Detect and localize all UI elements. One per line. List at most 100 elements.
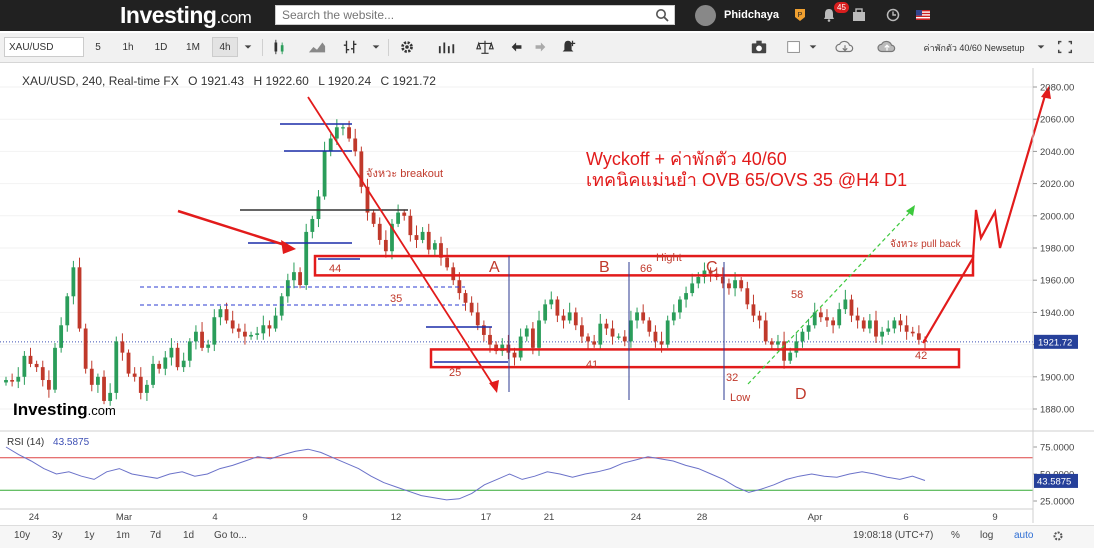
layout-name[interactable]: ค่าพักตัว 40/60 Newsetup — [913, 37, 1035, 57]
settings-gear-icon[interactable] — [396, 37, 418, 57]
clock-icon[interactable] — [886, 8, 900, 22]
candle-body — [469, 302, 474, 313]
point-c-label: C — [706, 259, 718, 276]
hight-label: Hight — [656, 252, 682, 264]
candle-body — [573, 312, 578, 326]
time-tick-label: 24 — [631, 512, 642, 523]
cloud-upload-icon[interactable] — [874, 37, 900, 57]
price-chart[interactable]: 75.000050.000025.000043.5875 2080.002060… — [0, 63, 1094, 525]
candle-body — [138, 376, 143, 393]
portfolio-icon[interactable] — [852, 8, 866, 22]
us-flag-icon[interactable] — [916, 10, 930, 20]
bottom-settings-icon[interactable] — [1052, 530, 1064, 542]
candle-body — [89, 368, 94, 385]
price-tick-label: 2060.00 — [1040, 115, 1074, 126]
range-10y[interactable]: 10y — [14, 530, 30, 541]
candle-body — [396, 212, 401, 224]
candle-body — [169, 347, 174, 358]
candle-body — [622, 336, 627, 342]
indicators-icon[interactable] — [340, 37, 362, 57]
cloud-download-icon[interactable] — [832, 37, 858, 57]
site-logo[interactable]: Investing.com — [120, 2, 252, 29]
layout-name-dropdown-icon[interactable] — [1035, 37, 1047, 57]
interval-1d[interactable]: 1D — [150, 37, 172, 57]
candle-body — [647, 320, 652, 332]
price-tick-label: 2020.00 — [1040, 179, 1074, 190]
interval-4h[interactable]: 4h — [212, 37, 238, 57]
interval-1h[interactable]: 1h — [117, 37, 139, 57]
candle-body — [849, 299, 854, 316]
price-tick-label: 1980.00 — [1040, 244, 1074, 255]
range-7d[interactable]: 7d — [150, 530, 161, 541]
range-1y[interactable]: 1y — [84, 530, 95, 541]
candles-icon[interactable] — [268, 37, 290, 57]
candle-body — [739, 280, 744, 289]
goto-button[interactable]: Go to... — [214, 530, 247, 541]
interval-dropdown-icon[interactable] — [242, 37, 254, 57]
redo-icon[interactable] — [531, 37, 549, 57]
candle-body — [610, 328, 615, 337]
candle-body — [267, 325, 272, 329]
percent-scale-toggle[interactable]: % — [951, 530, 960, 541]
pro-icon[interactable]: P — [793, 8, 807, 22]
time-tick-label: 28 — [697, 512, 708, 523]
scale-icon[interactable] — [474, 37, 496, 57]
time-tick-label: Mar — [116, 512, 132, 523]
candle-body — [831, 320, 835, 326]
candle-body — [432, 243, 437, 250]
interval-5[interactable]: 5 — [89, 37, 107, 57]
layout-dropdown-icon[interactable] — [807, 37, 819, 57]
candle-body — [843, 299, 848, 310]
undo-icon[interactable] — [508, 37, 526, 57]
candle-body — [10, 380, 15, 382]
indicators-dropdown-icon[interactable] — [370, 37, 382, 57]
search-input[interactable] — [276, 6, 658, 24]
candle-body — [757, 315, 762, 321]
candle-body — [249, 334, 253, 337]
candle-body — [910, 331, 915, 334]
candle-body — [420, 231, 425, 240]
compare-icon[interactable] — [436, 37, 458, 57]
range-3y[interactable]: 3y — [52, 530, 63, 541]
candle-body — [678, 299, 682, 313]
alert-icon[interactable] — [557, 37, 579, 57]
search-icon[interactable] — [655, 8, 669, 22]
candle-body — [292, 272, 296, 281]
fullscreen-icon[interactable] — [1054, 37, 1076, 57]
candle-body — [157, 363, 162, 369]
candle-body — [77, 267, 82, 329]
candle-body — [261, 325, 266, 334]
search-box[interactable] — [275, 5, 675, 25]
area-chart-icon[interactable] — [306, 37, 328, 57]
candle-body — [194, 331, 198, 342]
rsi-reading-58: 58 — [791, 289, 803, 301]
time-tick-label: 6 — [903, 512, 908, 523]
candle-body — [28, 355, 33, 364]
screenshot-camera-icon[interactable] — [748, 37, 770, 57]
range-1d[interactable]: 1d — [183, 530, 194, 541]
log-scale-toggle[interactable]: log — [980, 530, 993, 541]
candle-body — [745, 288, 750, 305]
candle-body — [426, 231, 431, 250]
price-tick-label: 1900.00 — [1040, 372, 1074, 383]
candle-body — [555, 299, 560, 316]
interval-1m[interactable]: 1M — [182, 37, 204, 57]
candle-body — [604, 323, 609, 329]
rsi-value: 43.5875 — [53, 437, 90, 448]
price-tick-label: 2000.00 — [1040, 211, 1074, 222]
range-1m[interactable]: 1m — [116, 530, 130, 541]
layout-square-icon[interactable] — [784, 37, 804, 57]
candle-body — [488, 334, 492, 345]
candle-body — [46, 380, 51, 390]
candle-body — [671, 312, 676, 321]
candle-body — [549, 299, 554, 305]
rsi-reading-41: 41 — [586, 359, 598, 371]
user-avatar[interactable] — [695, 5, 716, 26]
username[interactable]: Phidchaya — [724, 9, 779, 21]
candle-body — [880, 331, 885, 337]
candle-body — [696, 276, 701, 284]
candle-body — [463, 293, 468, 303]
candle-body — [341, 127, 345, 129]
auto-scale-toggle[interactable]: auto — [1014, 530, 1033, 541]
symbol-input[interactable]: XAU/USD — [4, 37, 84, 57]
